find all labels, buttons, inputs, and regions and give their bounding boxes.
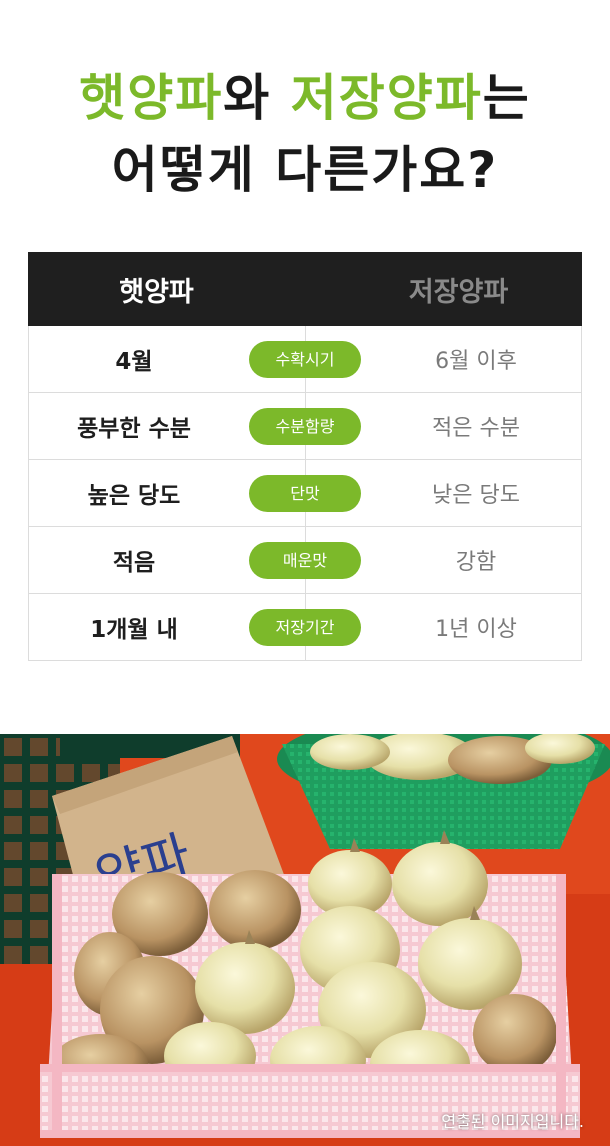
table-row: 1개월 내 저장기간 1년 이상 xyxy=(28,594,582,661)
header-new-onion: 햇양파 xyxy=(119,276,194,308)
table-row: 풍부한 수분 수분함량 적은 수분 xyxy=(28,393,582,460)
category-badge: 수확시기 xyxy=(249,341,361,378)
category-badge: 매운맛 xyxy=(249,542,361,579)
category-badge: 단맛 xyxy=(249,475,361,512)
new-onion-value: 4월 xyxy=(115,349,153,375)
stored-onion-value: 적은 수분 xyxy=(432,416,520,441)
headline-new-onion: 햇양파 xyxy=(79,69,224,127)
category-badge: 저장기간 xyxy=(249,609,361,646)
stored-onion-value: 6월 이후 xyxy=(435,349,517,374)
headline-connector-wa: 와 xyxy=(223,69,291,127)
table-header: 햇양파 저장양파 xyxy=(28,252,582,326)
table-row: 적음 매운맛 강함 xyxy=(28,527,582,594)
table-row: 높은 당도 단맛 낮은 당도 xyxy=(28,460,582,527)
photo-caption: 연출된 이미지입니다. xyxy=(441,1112,584,1131)
new-onion-value: 높은 당도 xyxy=(87,483,181,509)
stored-onion-value: 강함 xyxy=(455,550,497,575)
new-onion-value: 1개월 내 xyxy=(90,617,178,643)
onion-basket-illustration: 양파 xyxy=(0,734,610,1146)
headline: 햇양파와 저장양파는 어떻게 다른가요? xyxy=(0,62,610,206)
stored-onion-value: 낮은 당도 xyxy=(432,483,520,508)
stored-onion-value: 1년 이상 xyxy=(435,617,517,642)
new-onion-value: 풍부한 수분 xyxy=(77,416,191,442)
onion-market-photo: 양파 연출된 이미지입니다. xyxy=(0,734,610,1146)
category-badge: 수분함량 xyxy=(249,408,361,445)
headline-line-2: 어떻게 다른가요? xyxy=(111,141,499,199)
headline-line-1: 햇양파와 저장양파는 xyxy=(0,62,610,134)
comparison-table: 햇양파 저장양파 4월 수확시기 6월 이후 풍부한 수분 수분함량 적은 수분… xyxy=(28,252,582,661)
new-onion-value: 적음 xyxy=(112,550,156,576)
headline-connector-neun: 는 xyxy=(482,69,531,127)
header-stored-onion: 저장양파 xyxy=(408,276,509,308)
table-row: 4월 수확시기 6월 이후 xyxy=(28,326,582,393)
headline-stored-onion: 저장양파 xyxy=(290,69,483,127)
